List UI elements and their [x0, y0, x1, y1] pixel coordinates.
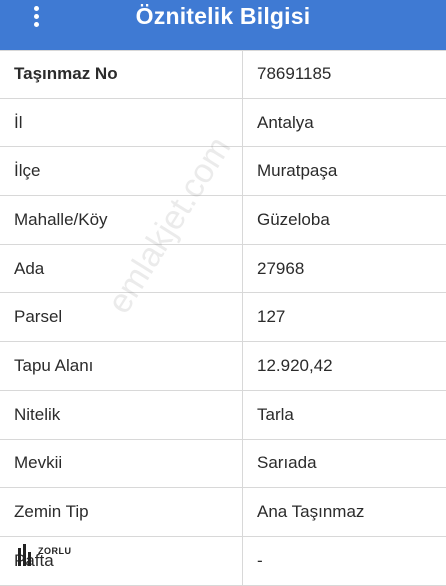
row-key: Pafta: [0, 536, 243, 585]
row-key: Taşınmaz No: [0, 51, 243, 98]
row-value: Tarla: [257, 404, 294, 424]
row-value: Antalya: [257, 112, 314, 132]
row-key: Nitelik: [0, 390, 243, 439]
page-title: Öznitelik Bilgisi: [135, 3, 311, 29]
table-row: Mevkii Sarıada: [0, 439, 446, 489]
attribute-table: Taşınmaz No 78691185 İl Antalya İlçe Mur…: [0, 50, 446, 586]
table-row: Mahalle/Köy Güzeloba: [0, 196, 446, 245]
row-key: Zemin Tip: [0, 488, 243, 536]
table-row: Ada 27968: [0, 244, 446, 294]
row-value: 27968: [257, 258, 305, 278]
row-key: Tapu Alanı: [0, 342, 243, 390]
row-value: 78691185: [257, 64, 332, 84]
row-key: Mahalle/Köy: [0, 196, 243, 244]
table-row: Tapu Alanı 12.920,42: [0, 342, 446, 391]
app-header: Öznitelik Bilgisi: [0, 0, 446, 50]
row-key: Parsel: [0, 293, 243, 342]
table-row: İl Antalya: [0, 98, 446, 148]
row-key: Mevkii: [0, 439, 243, 488]
table-row: Parsel 127: [0, 293, 446, 343]
row-value: 127: [257, 307, 286, 327]
row-key: İl: [0, 98, 243, 147]
row-value: Güzeloba: [257, 209, 330, 229]
row-value: Ana Taşınmaz: [257, 502, 365, 522]
row-key: Ada: [0, 244, 243, 293]
table-row: Taşınmaz No 78691185: [0, 50, 446, 99]
row-value: Sarıada: [257, 453, 317, 473]
row-value: -: [257, 550, 263, 570]
table-row: İlçe Muratpaşa: [0, 147, 446, 197]
row-key: İlçe: [0, 147, 243, 196]
table-row: Zemin Tip Ana Taşınmaz: [0, 488, 446, 537]
row-value: 12.920,42: [257, 355, 333, 375]
row-value: Muratpaşa: [257, 161, 338, 181]
table-row: Pafta -: [0, 536, 446, 586]
table-row: Nitelik Tarla: [0, 390, 446, 440]
